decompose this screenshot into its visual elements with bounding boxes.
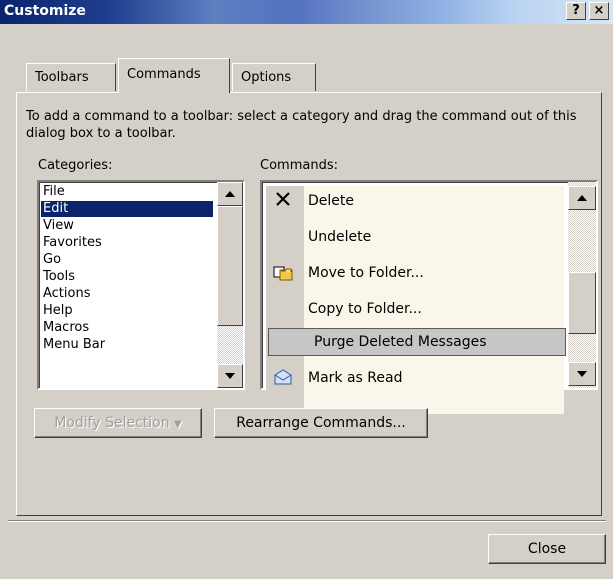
list-item[interactable]: Help — [41, 303, 73, 319]
scroll-up-button[interactable] — [217, 182, 243, 206]
list-item[interactable]: File — [41, 184, 65, 200]
tab-toolbars-label: Toolbars — [35, 70, 89, 85]
modify-selection-button[interactable]: Modify Selection ▼ — [34, 408, 202, 438]
arrow-down-icon — [225, 373, 235, 379]
scroll-thumb[interactable] — [217, 206, 243, 326]
categories-scrollbar[interactable] — [217, 182, 243, 388]
dropdown-arrow-icon: ▼ — [174, 419, 182, 430]
delete-x-icon — [272, 188, 294, 210]
help-button[interactable]: ? — [566, 2, 586, 20]
commands-label: Commands: — [260, 158, 338, 173]
mark-as-read-icon — [272, 366, 294, 388]
close-button[interactable]: Close — [488, 534, 606, 564]
modify-selection-label: Modify Selection — [54, 415, 170, 431]
close-window-button[interactable]: × — [589, 2, 609, 20]
instructions-text: To add a command to a toolbar: select a … — [26, 109, 577, 141]
categories-listbox[interactable]: File Edit View Favorites Go Tools Action… — [37, 180, 245, 390]
list-item[interactable]: Go — [41, 252, 61, 268]
arrow-up-icon — [225, 191, 235, 197]
commands-listbox[interactable]: Delete Undelete Move to Folder... Copy t… — [260, 180, 598, 414]
scroll-down-button[interactable] — [568, 362, 596, 386]
tab-options-label: Options — [241, 70, 292, 85]
rearrange-commands-button[interactable]: Rearrange Commands... — [214, 408, 428, 438]
window-title: Customize — [4, 3, 86, 19]
tab-toolbars[interactable]: Toolbars — [26, 63, 116, 91]
tab-options[interactable]: Options — [232, 63, 316, 91]
list-item[interactable]: Actions — [41, 286, 91, 302]
scroll-up-button[interactable] — [568, 186, 596, 210]
list-item-selected[interactable]: Purge Deleted Messages — [314, 327, 487, 357]
list-item[interactable]: Tools — [41, 269, 75, 285]
arrow-up-icon — [577, 195, 587, 201]
categories-label: Categories: — [38, 158, 113, 173]
list-item[interactable]: View — [41, 218, 74, 234]
tab-commands[interactable]: Commands — [118, 58, 230, 93]
list-item-selected[interactable]: Edit — [41, 201, 213, 217]
active-tab-join — [120, 91, 228, 94]
list-item[interactable]: Favorites — [41, 235, 102, 251]
list-item[interactable]: Undelete — [308, 222, 371, 252]
divider — [8, 520, 606, 522]
list-item[interactable]: Copy to Folder... — [308, 294, 422, 324]
list-item[interactable]: Move to Folder... — [308, 258, 424, 288]
scroll-down-button[interactable] — [217, 364, 243, 388]
list-item[interactable]: Delete — [308, 186, 354, 216]
arrow-down-icon — [577, 371, 587, 377]
move-to-folder-icon — [272, 262, 294, 284]
title-bar[interactable]: Customize ? × — [0, 0, 613, 24]
scroll-thumb[interactable] — [568, 272, 596, 334]
list-item[interactable]: Menu Bar — [41, 337, 105, 353]
commands-scrollbar[interactable] — [568, 182, 596, 388]
list-item[interactable]: Macros — [41, 320, 89, 336]
tab-commands-label: Commands — [127, 67, 201, 82]
list-item[interactable]: Mark as Read — [308, 363, 402, 393]
